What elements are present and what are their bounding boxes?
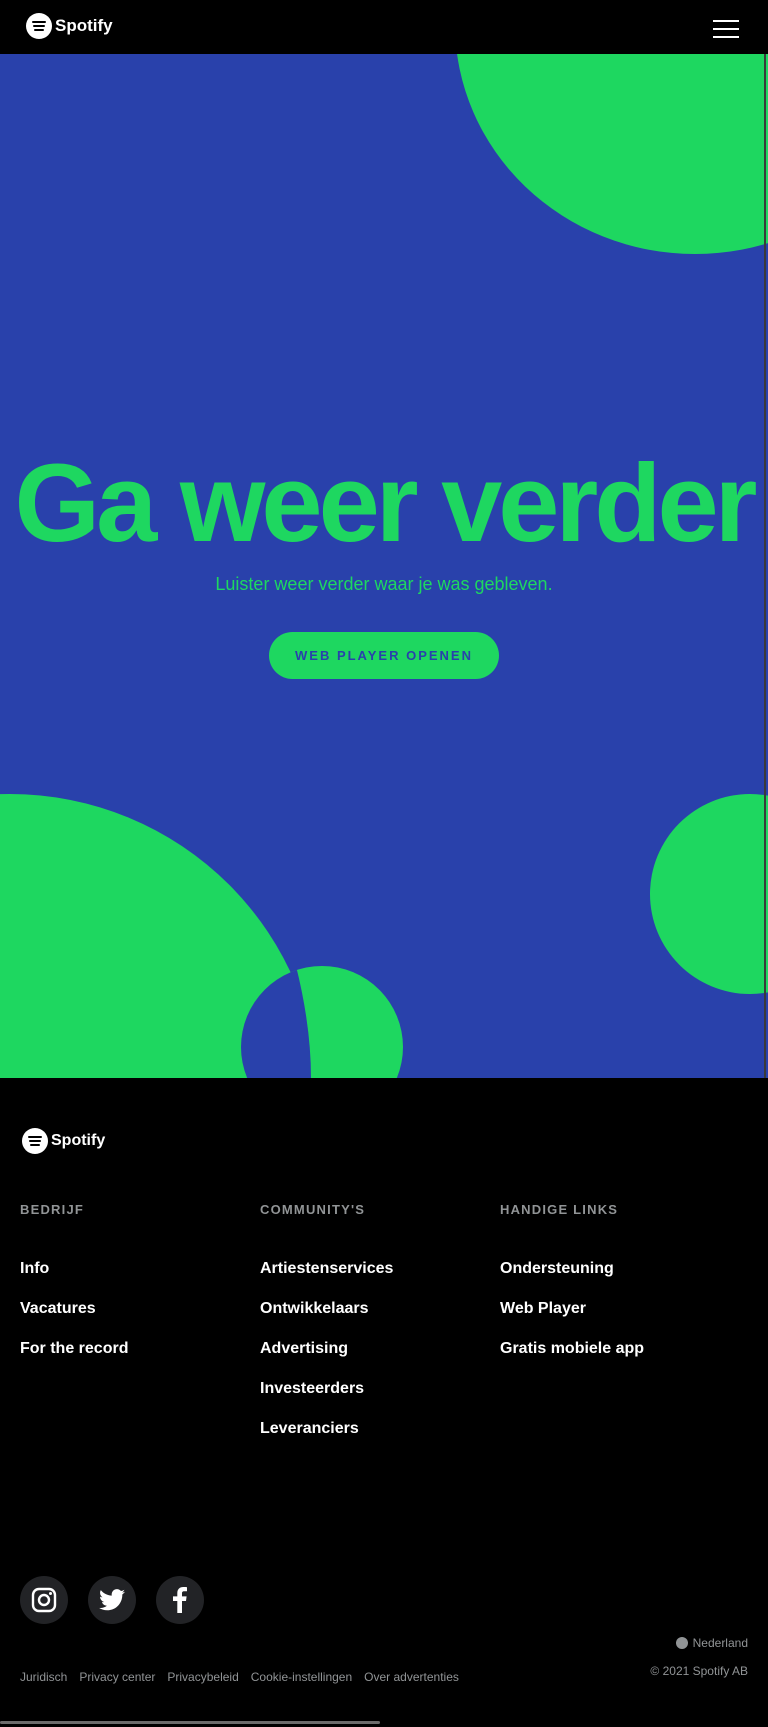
- footer-link-investeerders[interactable]: Investeerders: [260, 1369, 393, 1409]
- top-navigation-bar: Spotify: [0, 0, 768, 54]
- decorative-circle-bottom-middle: [241, 966, 403, 1078]
- hero-title: Ga weer verder: [14, 442, 758, 565]
- legal-links: Juridisch Privacy center Privacybeleid C…: [20, 1670, 459, 1684]
- footer-column-useful-links: HANDIGE LINKS Ondersteuning Web Player G…: [500, 1202, 644, 1369]
- logo-text: Spotify: [55, 16, 113, 35]
- footer: Spotify BEDRIJF Info Vacatures For the r…: [0, 1078, 768, 1727]
- legal-link-juridisch[interactable]: Juridisch: [20, 1670, 67, 1684]
- spotify-logo[interactable]: Spotify: [26, 13, 113, 39]
- legal-link-privacy-center[interactable]: Privacy center: [79, 1670, 155, 1684]
- horizontal-scrollbar[interactable]: [0, 1721, 380, 1724]
- footer-column-company: BEDRIJF Info Vacatures For the record: [20, 1202, 128, 1369]
- footer-link-ondersteuning[interactable]: Ondersteuning: [500, 1249, 644, 1289]
- legal-link-over-advertenties[interactable]: Over advertenties: [364, 1670, 459, 1684]
- column-title: HANDIGE LINKS: [500, 1202, 619, 1217]
- copyright-text: © 2021 Spotify AB: [650, 1664, 748, 1678]
- page: Spotify Ga weer verder Luister weer verd…: [0, 0, 768, 1727]
- column-title: BEDRIJF: [20, 1202, 85, 1217]
- hero-section: Ga weer verder Luister weer verder waar …: [0, 54, 768, 1078]
- footer-spotify-logo[interactable]: Spotify: [22, 1128, 105, 1154]
- column-title: COMMUNITY'S: [260, 1202, 366, 1217]
- legal-link-privacybeleid[interactable]: Privacybeleid: [167, 1670, 238, 1684]
- twitter-icon[interactable]: [88, 1576, 136, 1624]
- footer-link-vacatures[interactable]: Vacatures: [20, 1289, 128, 1329]
- footer-column-communities: COMMUNITY'S Artiestenservices Ontwikkela…: [260, 1202, 393, 1449]
- country-label: Nederland: [692, 1636, 748, 1650]
- country-selector[interactable]: Nederland: [675, 1636, 748, 1650]
- open-web-player-button[interactable]: WEB PLAYER OPENEN: [269, 632, 499, 679]
- spotify-logo-icon: [22, 1128, 48, 1154]
- footer-link-leveranciers[interactable]: Leveranciers: [260, 1409, 393, 1449]
- social-links: [20, 1576, 204, 1624]
- footer-link-info[interactable]: Info: [20, 1249, 128, 1289]
- facebook-icon[interactable]: [156, 1576, 204, 1624]
- footer-link-ontwikkelaars[interactable]: Ontwikkelaars: [260, 1289, 393, 1329]
- hamburger-menu-icon[interactable]: [713, 20, 739, 38]
- footer-link-web-player[interactable]: Web Player: [500, 1289, 644, 1329]
- hero-subtitle: Luister weer verder waar je was gebleven…: [215, 574, 553, 594]
- legal-link-cookie-instellingen[interactable]: Cookie-instellingen: [251, 1670, 352, 1684]
- globe-icon: [675, 1637, 688, 1649]
- decorative-circle-bottom-right: [650, 794, 768, 994]
- footer-link-for-the-record[interactable]: For the record: [20, 1329, 128, 1369]
- footer-link-mobile-app[interactable]: Gratis mobiele app: [500, 1329, 644, 1369]
- footer-link-artiestenservices[interactable]: Artiestenservices: [260, 1249, 393, 1289]
- spotify-logo-icon: [26, 13, 52, 39]
- decorative-circle-top-right: [455, 54, 768, 254]
- footer-link-advertising[interactable]: Advertising: [260, 1329, 393, 1369]
- footer-logo-text: Spotify: [51, 1132, 106, 1149]
- vertical-scrollbar[interactable]: [764, 54, 766, 1078]
- instagram-icon[interactable]: [20, 1576, 68, 1624]
